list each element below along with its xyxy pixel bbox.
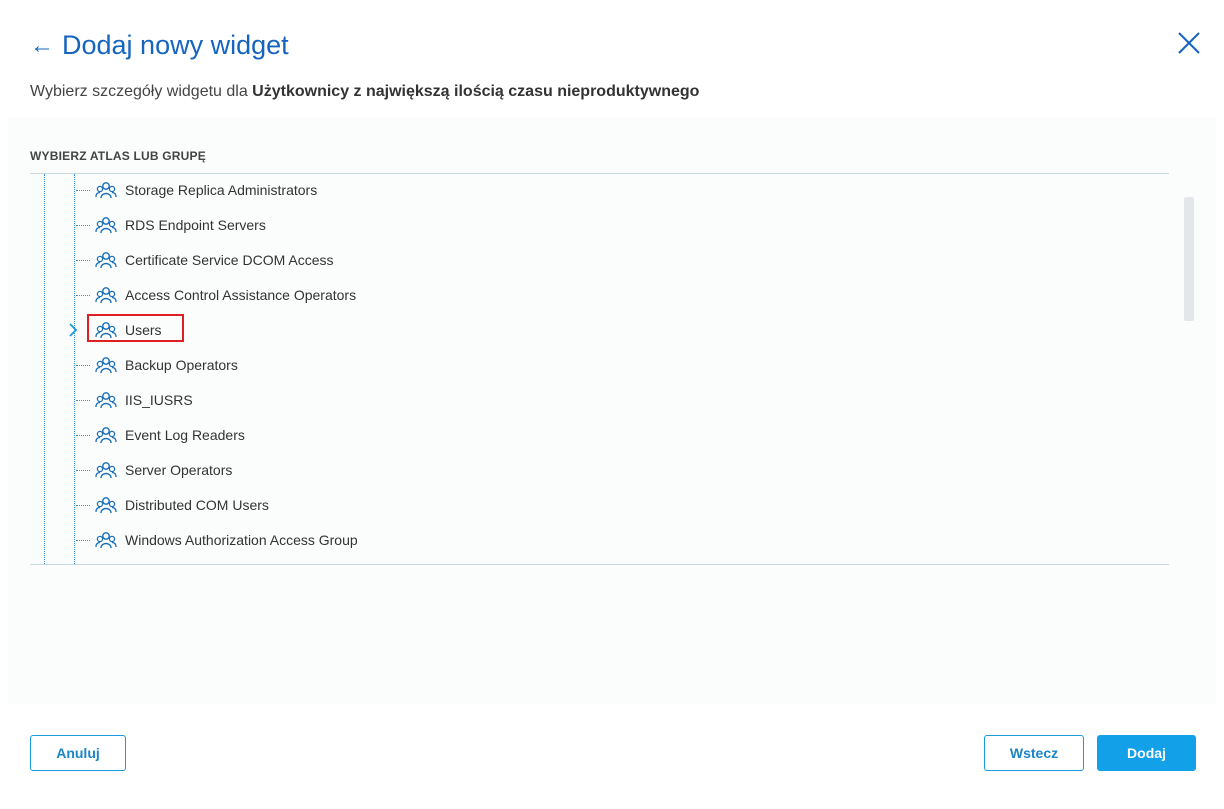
tree-connector-line	[76, 505, 90, 506]
tree-item[interactable]: Storage Replica Administrators	[30, 178, 730, 202]
section-label: WYBIERZ ATLAS LUB GRUPĘ	[30, 149, 206, 163]
tree-item[interactable]: RDS Endpoint Servers	[30, 213, 730, 237]
tree-item-label: Windows Authorization Access Group	[125, 532, 358, 548]
tree-connector-line	[76, 400, 90, 401]
tree-item[interactable]: Windows Authorization Access Group	[30, 528, 730, 552]
tree-item-label: Server Operators	[125, 462, 233, 478]
tree-connector-line	[76, 190, 90, 191]
tree-item-label: Backup Operators	[125, 357, 238, 373]
user-group-icon	[95, 356, 117, 374]
tree-connector-line	[76, 295, 90, 296]
widget-name: Użytkownicy z największą ilością czasu n…	[252, 83, 700, 100]
tree-item-label: RDS Endpoint Servers	[125, 217, 266, 233]
tree-item[interactable]: Certificate Service DCOM Access	[30, 248, 730, 272]
tree-item-label: Access Control Assistance Operators	[125, 287, 357, 303]
tree-item-label: Certificate Service DCOM Access	[125, 252, 334, 268]
tree-item[interactable]: Server Operators	[30, 458, 730, 482]
highlight-box	[87, 314, 184, 342]
close-icon[interactable]	[1176, 30, 1202, 56]
user-group-icon	[95, 391, 117, 409]
tree-item-label: IIS_IUSRS	[125, 392, 193, 408]
tree-view: Storage Replica Administrators RDS Endpoi…	[30, 173, 1169, 565]
page-subtitle: Wybierz szczegóły widgetu dla Użytkownic…	[30, 82, 699, 102]
tree-connector-line	[76, 470, 90, 471]
tree-connector-line	[76, 225, 90, 226]
tree-item-label: Distributed COM Users	[125, 497, 269, 513]
subtitle-text: Wybierz szczegóły widgetu dla	[30, 83, 253, 100]
user-group-icon	[95, 461, 117, 479]
back-button[interactable]: Wstecz	[984, 735, 1084, 771]
tree-connector-line	[76, 365, 90, 366]
tree-connector-line	[76, 260, 90, 261]
tree-item[interactable]: Backup Operators	[30, 353, 730, 377]
dialog-header: ← Dodaj nowy widget Wybierz szczegóły wi…	[0, 0, 1224, 118]
user-group-icon	[95, 531, 117, 549]
tree-item[interactable]: Event Log Readers	[30, 423, 730, 447]
user-group-icon	[95, 426, 117, 444]
arrow-left-icon[interactable]: ←	[30, 32, 54, 60]
tree-item[interactable]: Users	[30, 314, 730, 342]
tree-item[interactable]: IIS_IUSRS	[30, 388, 730, 412]
tree-connector-line	[76, 540, 90, 541]
chevron-right-icon[interactable]	[68, 321, 78, 339]
user-group-icon	[95, 286, 117, 304]
tree-item[interactable]: Access Control Assistance Operators	[30, 283, 730, 307]
tree-item-label: Storage Replica Administrators	[125, 182, 318, 198]
cancel-button[interactable]: Anuluj	[30, 735, 126, 771]
add-button[interactable]: Dodaj	[1097, 735, 1196, 771]
user-group-icon	[95, 496, 117, 514]
scrollbar-thumb[interactable]	[1184, 197, 1194, 321]
tree-item[interactable]: Distributed COM Users	[30, 493, 730, 517]
user-group-icon	[95, 216, 117, 234]
user-group-icon	[95, 181, 117, 199]
user-group-icon	[95, 251, 117, 269]
tree-item-label: Event Log Readers	[125, 427, 245, 443]
page-title: Dodaj nowy widget	[62, 30, 289, 60]
tree-connector-line	[76, 435, 90, 436]
